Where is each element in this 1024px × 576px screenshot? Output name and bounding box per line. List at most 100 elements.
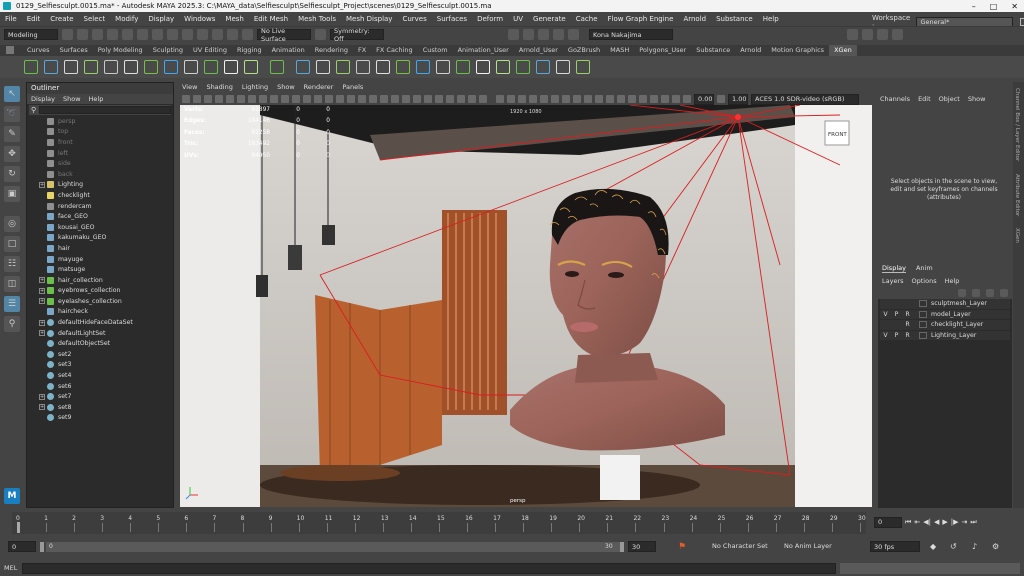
- layer-menu-help[interactable]: Help: [945, 277, 960, 285]
- symmetry-dropdown[interactable]: Symmetry: Off: [330, 27, 384, 43]
- layer-color-swatch[interactable]: [919, 310, 927, 318]
- select-tool-icon[interactable]: ↖: [4, 86, 20, 102]
- viewport-menu-renderer[interactable]: Renderer: [304, 82, 334, 92]
- viewport-tool-icon[interactable]: [215, 95, 223, 103]
- viewport-tool-icon[interactable]: [226, 95, 234, 103]
- viewport-tool-icon[interactable]: [496, 95, 504, 103]
- viewport-tool-icon[interactable]: [628, 95, 636, 103]
- shelf-tab-motion-graphics[interactable]: Motion Graphics: [766, 45, 829, 56]
- anim-layer-dropdown[interactable]: No Anim Layer: [784, 542, 832, 550]
- noise-brush-icon[interactable]: [296, 60, 310, 74]
- view-cube-label[interactable]: FRONT: [828, 132, 847, 138]
- viewport-tool-icon[interactable]: [584, 95, 592, 103]
- channel-menu-object[interactable]: Object: [939, 95, 960, 103]
- outliner-item-set3[interactable]: set3: [31, 360, 173, 371]
- playback-settings-icon[interactable]: ⚙: [992, 542, 999, 551]
- menu-edit-mesh[interactable]: Edit Mesh: [249, 15, 293, 23]
- viewport-tool-icon[interactable]: [270, 95, 278, 103]
- layout-icon[interactable]: [847, 29, 858, 40]
- search-icon[interactable]: ⚲: [4, 316, 20, 332]
- preset-icon[interactable]: [556, 60, 570, 74]
- layer-color-swatch[interactable]: [919, 321, 927, 329]
- outliner-item-hair[interactable]: hair: [31, 243, 173, 254]
- layer-row[interactable]: sculptmesh_Layer: [880, 299, 1010, 310]
- play-forward-icon[interactable]: ▶: [942, 518, 947, 526]
- auto-key-icon[interactable]: ⚑: [678, 542, 686, 552]
- step-forward-icon[interactable]: |▶: [951, 518, 959, 526]
- shelf-tab-animation[interactable]: Animation: [267, 45, 310, 56]
- outliner-item-face-geo[interactable]: face_GEO: [31, 211, 173, 222]
- shelf-tab-arnold-user[interactable]: Arnold_User: [514, 45, 563, 56]
- toggle-panel-2-icon[interactable]: [877, 29, 888, 40]
- layer-tab-anim[interactable]: Anim: [916, 264, 933, 273]
- menu-surfaces[interactable]: Surfaces: [432, 15, 472, 23]
- viewport-tool-icon[interactable]: [468, 95, 476, 103]
- menu-deform[interactable]: Deform: [472, 15, 508, 23]
- smooth-brush-icon[interactable]: [270, 60, 284, 74]
- shelf-tab-arnold[interactable]: Arnold: [735, 45, 766, 56]
- viewport-tool-icon[interactable]: [369, 95, 377, 103]
- select-brush-icon[interactable]: [376, 60, 390, 74]
- maya-m-icon[interactable]: M: [4, 488, 20, 504]
- shelf-tab-surfaces[interactable]: Surfaces: [55, 45, 93, 56]
- viewport-tool-icon[interactable]: [639, 95, 647, 103]
- viewport-tool-icon[interactable]: [347, 95, 355, 103]
- layer-toggle-r[interactable]: R: [902, 321, 913, 328]
- expand-icon[interactable]: +: [39, 393, 45, 400]
- menu-help[interactable]: Help: [758, 15, 784, 23]
- layer-toggle-v[interactable]: V: [880, 332, 891, 339]
- outliner-item-set9[interactable]: set9: [31, 413, 173, 424]
- rotate-tool-icon[interactable]: ↻: [4, 166, 20, 182]
- open-scene-icon[interactable]: [77, 29, 88, 40]
- side-tab-attribute-editor[interactable]: Attribute Editor: [1014, 174, 1020, 216]
- viewport-tool-icon[interactable]: [446, 95, 454, 103]
- workspace-lock-icon[interactable]: [1020, 18, 1024, 26]
- viewport-tool-icon[interactable]: [606, 95, 614, 103]
- minimize-icon[interactable]: –: [972, 2, 976, 11]
- close-icon[interactable]: ✕: [1011, 2, 1018, 11]
- undo-icon[interactable]: [107, 29, 118, 40]
- viewport-tool-icon[interactable]: [617, 95, 625, 103]
- viewport-tool-icon[interactable]: [336, 95, 344, 103]
- outliner-item-back[interactable]: back: [31, 169, 173, 180]
- sound-icon[interactable]: ♪: [972, 542, 977, 551]
- new-scene-icon[interactable]: [62, 29, 73, 40]
- menu-windows[interactable]: Windows: [179, 15, 220, 23]
- viewport-menu-view[interactable]: View: [182, 82, 197, 92]
- step-forward-key-icon[interactable]: ⇥: [961, 518, 967, 526]
- outliner-search-input[interactable]: [39, 106, 171, 114]
- command-language-label[interactable]: MEL: [0, 564, 22, 572]
- viewport-tool-icon[interactable]: [182, 95, 190, 103]
- time-slider-track[interactable]: 0 1 2 3 4 5 6 7 8 9 10 11 12 13 14 15 16 17 18 19 20 21 22 23 24…: [12, 512, 866, 534]
- shelf-tab-polygons-user[interactable]: Polygons_User: [634, 45, 691, 56]
- shelf-tab-poly-modeling[interactable]: Poly Modeling: [93, 45, 148, 56]
- xgen-editor-icon[interactable]: [24, 60, 38, 74]
- shelf-tab-rendering[interactable]: Rendering: [310, 45, 353, 56]
- new-layer-icon[interactable]: [986, 289, 994, 297]
- cache-icon[interactable]: [496, 60, 510, 74]
- outliner-item-set2[interactable]: set2: [31, 349, 173, 360]
- layout-outliner-icon[interactable]: ☰: [4, 296, 20, 312]
- scene-start-field[interactable]: 0: [8, 541, 36, 552]
- live-surface-icon[interactable]: [242, 29, 253, 40]
- color-space-dropdown[interactable]: ACES 1.0 SDR-video (sRGB): [751, 93, 859, 105]
- viewport-tool-icon[interactable]: [380, 95, 388, 103]
- live-surface-dropdown[interactable]: No Live Surface: [257, 27, 311, 43]
- viewport-tool-icon[interactable]: [292, 95, 300, 103]
- menu-flow-graph-engine[interactable]: Flow Graph Engine: [603, 15, 679, 23]
- shelf-tab-gozbrush[interactable]: GoZBrush: [563, 45, 605, 56]
- viewport-tool-icon[interactable]: [237, 95, 245, 103]
- viewport-menu-show[interactable]: Show: [277, 82, 295, 92]
- gamma-icon[interactable]: [717, 95, 725, 103]
- snap-grid-icon[interactable]: [182, 29, 193, 40]
- menu-arnold[interactable]: Arnold: [678, 15, 711, 23]
- export-icon[interactable]: [516, 60, 530, 74]
- menu-cache[interactable]: Cache: [571, 15, 603, 23]
- outliner-item-eyebrows-collection[interactable]: + eyebrows_collection: [31, 286, 173, 297]
- grab-brush-icon[interactable]: [416, 60, 430, 74]
- create-description-icon[interactable]: [44, 60, 58, 74]
- step-back-key-icon[interactable]: ⇤: [914, 518, 920, 526]
- user-account[interactable]: Kona Nakajima: [589, 29, 673, 40]
- select-object-icon[interactable]: [152, 29, 163, 40]
- convert-guide-icon[interactable]: [124, 60, 138, 74]
